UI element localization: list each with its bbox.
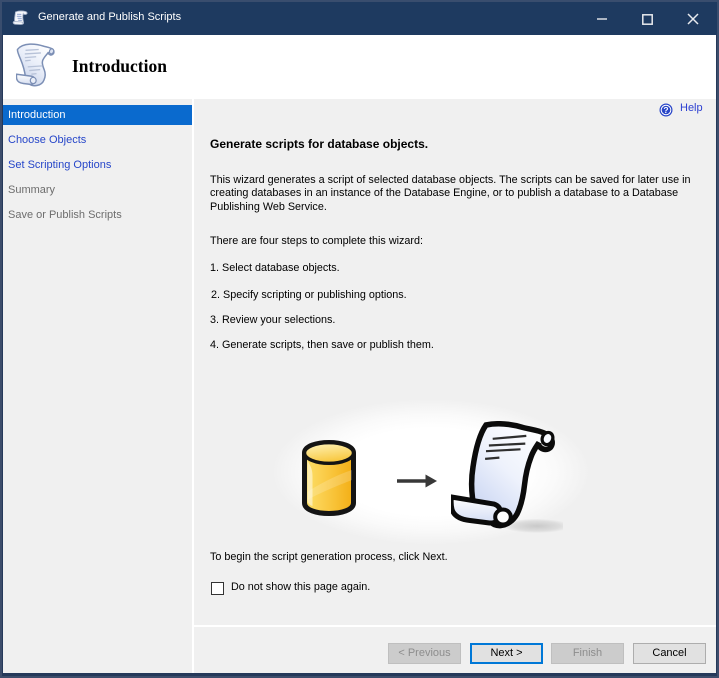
svg-text:?: ? <box>663 105 668 115</box>
